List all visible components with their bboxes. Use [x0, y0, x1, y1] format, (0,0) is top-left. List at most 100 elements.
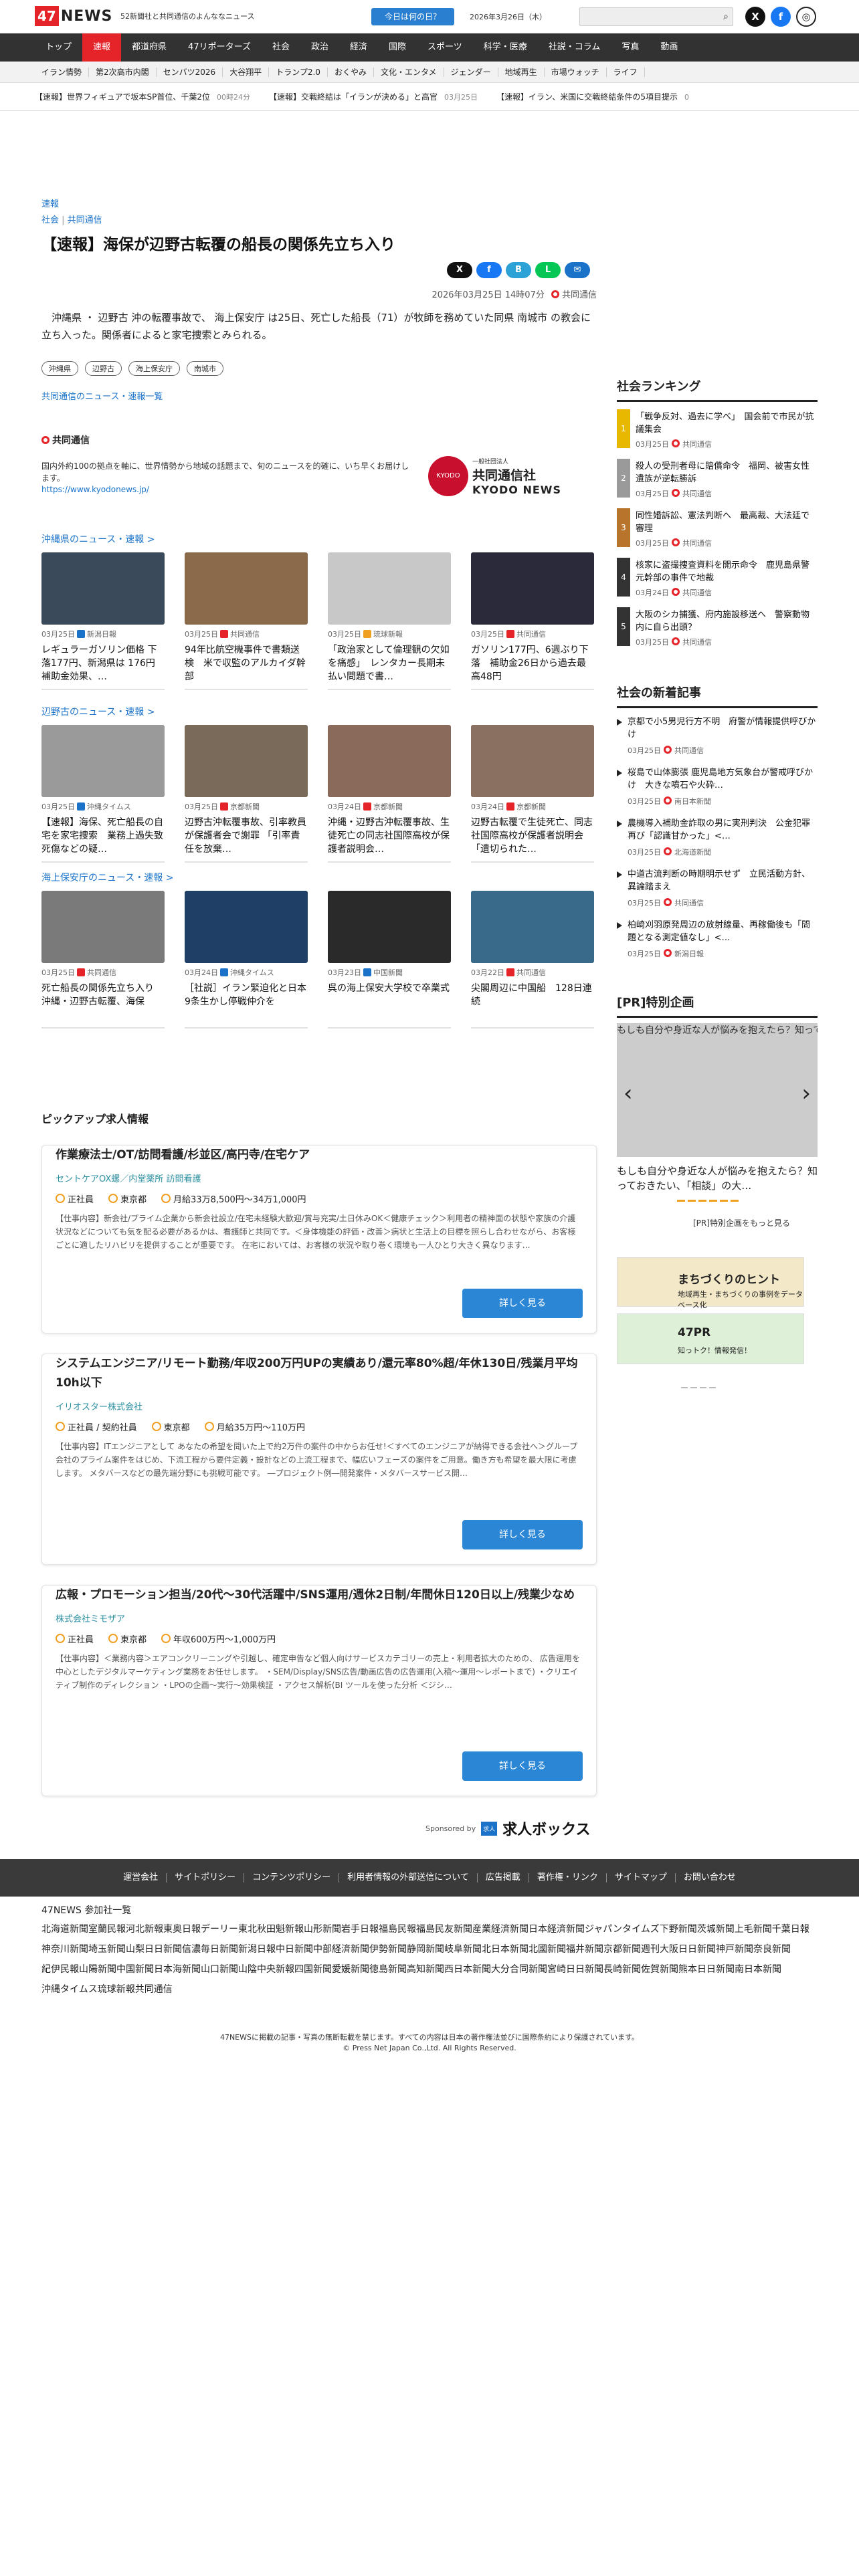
- member-link[interactable]: 山口新聞: [201, 1962, 238, 1975]
- member-link[interactable]: 奈良新聞: [753, 1942, 791, 1955]
- share-x-icon[interactable]: X: [447, 262, 472, 278]
- ranking-item[interactable]: 3 同性婚訴訟、憲法判断へ 最高裁、大法廷で審理 03月25日 共同通信: [617, 508, 818, 554]
- pr-more-link[interactable]: [PR]特別企画をもっと見る: [693, 1217, 790, 1228]
- member-link[interactable]: 福島民報: [379, 1922, 416, 1935]
- member-link[interactable]: 上毛新聞: [735, 1922, 772, 1935]
- subnav-item[interactable]: 文化・エンタメ: [374, 67, 444, 77]
- member-link[interactable]: 山梨日日新聞: [126, 1942, 182, 1955]
- news-card[interactable]: 03月25日 沖縄タイムス 【速報】海保、死亡船長の自宅を家宅捜索 業務上過失致死傷…: [41, 725, 165, 863]
- machizukuri-banner[interactable]: まちづくりのヒント 地域再生・まちづくりの事例をデータベース化: [617, 1257, 804, 1309]
- member-link[interactable]: 北日本新聞: [482, 1942, 529, 1955]
- subnav-item[interactable]: 大谷翔平: [223, 67, 270, 77]
- new-article-item[interactable]: 京都で小5男児行方不明 府警が情報提供呼びかけ 03月25日 共同通信: [617, 716, 818, 756]
- facebook-icon[interactable]: f: [771, 7, 791, 27]
- member-link[interactable]: 中部経済新聞: [313, 1942, 369, 1955]
- job-title[interactable]: システムエンジニア/リモート勤務/年収200万円UPの実績あり/還元率80%超/…: [56, 1357, 577, 1390]
- ticker-item[interactable]: 【速報】世界フィギュアで坂本SP首位、千葉2位 00時24分: [35, 91, 250, 102]
- ticker-item[interactable]: 【速報】イラン、米国に交戦終結条件の5項目提示 0: [496, 91, 689, 102]
- sponsor-brand[interactable]: 求人ボックス: [502, 1818, 590, 1839]
- footer-link[interactable]: 利用者情報の外部送信について: [339, 1873, 478, 1883]
- share-hatena-icon[interactable]: B: [506, 262, 531, 278]
- footer-link[interactable]: 運営会社: [115, 1873, 167, 1883]
- today-button[interactable]: 今日は何の日？: [371, 8, 454, 25]
- footer-link[interactable]: サイトマップ: [607, 1873, 676, 1883]
- member-link[interactable]: 静岡新聞: [407, 1942, 444, 1955]
- job-detail-button[interactable]: 詳しく見る: [462, 1751, 583, 1781]
- carousel-dots[interactable]: [677, 1200, 739, 1202]
- news-card[interactable]: 03月25日 共同通信 94年比航空機事件で書類送検 米で収監のアルカイダ幹部: [185, 552, 308, 690]
- category-link[interactable]: 社会: [41, 215, 59, 225]
- member-link[interactable]: 福島民友新聞: [416, 1922, 472, 1935]
- ranking-item[interactable]: 1 「戦争反対、過去に学べ」 国会前で市民が抗議集会 03月25日 共同通信: [617, 409, 818, 455]
- subnav-item[interactable]: センバツ2026: [157, 67, 223, 77]
- nav-item[interactable]: 速報: [82, 33, 122, 62]
- news-card[interactable]: 03月25日 新潟日報 レギュラーガソリン価格 下落177円、新潟県は 176円 補…: [41, 552, 165, 690]
- ticker-item[interactable]: 【速報】交戦終結は「イランが決める」と高官 03月25日: [269, 91, 478, 102]
- member-link[interactable]: 愛媛新聞: [332, 1962, 369, 1975]
- subnav-item[interactable]: 市場ウォッチ: [545, 67, 607, 77]
- new-article-item[interactable]: 桜島で山体膨張 鹿児島地方気象台が警戒呼びかけ 大きな噴石や火砕… 03月25日 南…: [617, 766, 818, 807]
- member-link[interactable]: 岩手日報: [341, 1922, 379, 1935]
- member-link[interactable]: 週刊大阪日日新聞: [641, 1942, 716, 1955]
- new-article-item[interactable]: 農機導入補助金詐取の男に実刑判決 公金犯罪再び「認識甘かった」<… 03月25日 北…: [617, 817, 818, 857]
- footer-link[interactable]: お問い合わせ: [676, 1873, 744, 1883]
- member-link[interactable]: 西日本新聞: [444, 1962, 491, 1975]
- member-link[interactable]: 福井新聞: [566, 1942, 603, 1955]
- news-card[interactable]: 03月24日 沖縄タイムス ［社説］イラン緊迫化と日本 9条生かし停戦仲介を: [185, 891, 308, 1029]
- member-link[interactable]: 伊勢新聞: [369, 1942, 407, 1955]
- member-link[interactable]: 山陰中央新報: [238, 1962, 294, 1975]
- news-card[interactable]: 03月25日 共同通信 ガソリン177円、6週ぶり下落 補助金26日から過去最高48…: [471, 552, 594, 690]
- ranking-item[interactable]: 5 大阪のシカ捕獲、府内施設移送へ 警察動物内に自ら出頭？ 03月25日 共同通信: [617, 607, 818, 653]
- subnav-item[interactable]: トランプ2.0: [269, 67, 328, 77]
- member-link[interactable]: 共同通信: [135, 1982, 173, 1996]
- member-link[interactable]: 南日本新聞: [735, 1962, 781, 1975]
- job-title[interactable]: 作業療法士/OT/訪問看護/杉並区/高円寺/在宅ケア: [56, 1148, 310, 1162]
- article-tag[interactable]: 海上保安庁: [128, 361, 180, 376]
- member-link[interactable]: 中国新聞: [116, 1962, 154, 1975]
- member-link[interactable]: 沖縄タイムス: [41, 1982, 98, 1996]
- member-link[interactable]: 東奥日報: [163, 1922, 201, 1935]
- job-title[interactable]: 広報・プロモーション担当/20代〜30代活躍中/SNS運用/週休2日制/年間休日…: [56, 1588, 575, 1602]
- member-link[interactable]: 新潟日報: [238, 1942, 276, 1955]
- news-card[interactable]: 03月25日 琉球新報 「政治家として倫理観の欠如を痛感」 レンタカー長期未払い問題…: [328, 552, 451, 690]
- article-tag[interactable]: 南城市: [187, 361, 223, 376]
- member-link[interactable]: 宮崎日日新聞: [547, 1962, 603, 1975]
- footer-link[interactable]: サイトポリシー: [167, 1873, 245, 1883]
- footer-link[interactable]: 著作権・リンク: [529, 1873, 607, 1883]
- member-link[interactable]: 日本海新聞: [154, 1962, 201, 1975]
- nav-item[interactable]: 動画: [650, 33, 688, 62]
- member-link[interactable]: 高知新聞: [407, 1962, 444, 1975]
- news-card[interactable]: 03月22日 共同通信 尖閣周辺に中国船 128日連続: [471, 891, 594, 1029]
- member-link[interactable]: 紀伊民報: [41, 1962, 79, 1975]
- member-link[interactable]: 山形新聞: [304, 1922, 341, 1935]
- member-link[interactable]: 北國新聞: [529, 1942, 566, 1955]
- member-link[interactable]: 茨城新聞: [697, 1922, 735, 1935]
- new-article-item[interactable]: 柏崎刈羽原発周辺の放射線量、再稼働後も「問題となる測定値なし」<… 03月25日 新…: [617, 919, 818, 959]
- news-card[interactable]: 03月24日 京都新聞 沖縄・辺野古沖転覆事故、生徒死亡の同志社国際高校が保護者説明…: [328, 725, 451, 863]
- job-detail-button[interactable]: 詳しく見る: [462, 1289, 583, 1318]
- source-profile-url[interactable]: https://www.kyodonews.jp/: [41, 485, 149, 494]
- news-card[interactable]: 03月25日 共同通信 死亡船長の関係先立ち入り 沖縄・辺野古転覆、海保: [41, 891, 165, 1029]
- member-link[interactable]: 佐賀新聞: [641, 1962, 678, 1975]
- member-link[interactable]: 室蘭民報: [88, 1922, 126, 1935]
- site-logo[interactable]: 47 NEWS: [35, 6, 112, 26]
- globe-icon[interactable]: ◎: [796, 7, 816, 27]
- news-card[interactable]: 03月24日 京都新聞 辺野古転覆で生徒死亡、同志社国際高校が保護者説明会 「遺切ら…: [471, 725, 594, 863]
- nav-item[interactable]: 都道府県: [121, 33, 177, 62]
- news-card[interactable]: 03月25日 京都新聞 辺野古沖転覆事故、引率教員が保護者会で謝罪 「引率責任を放棄…: [185, 725, 308, 863]
- article-tag[interactable]: 沖縄県: [41, 361, 78, 376]
- member-link[interactable]: 河北新報: [126, 1922, 163, 1935]
- member-link[interactable]: 四国新聞: [294, 1962, 332, 1975]
- member-link[interactable]: 神奈川新聞: [41, 1942, 88, 1955]
- article-tag[interactable]: 辺野古: [85, 361, 122, 376]
- member-link[interactable]: 日本経済新聞: [529, 1922, 585, 1935]
- nav-item[interactable]: 社説・コラム: [538, 33, 611, 62]
- member-link[interactable]: デーリー東北: [201, 1922, 257, 1935]
- member-link[interactable]: ジャパンタイムズ: [585, 1922, 660, 1935]
- member-link[interactable]: 神戸新聞: [716, 1942, 753, 1955]
- member-link[interactable]: 千葉日報: [772, 1922, 809, 1935]
- member-link[interactable]: 長崎新聞: [603, 1962, 641, 1975]
- subnav-item[interactable]: 地域再生: [498, 67, 545, 77]
- share-facebook-icon[interactable]: f: [476, 262, 502, 278]
- nav-item[interactable]: トップ: [35, 33, 82, 62]
